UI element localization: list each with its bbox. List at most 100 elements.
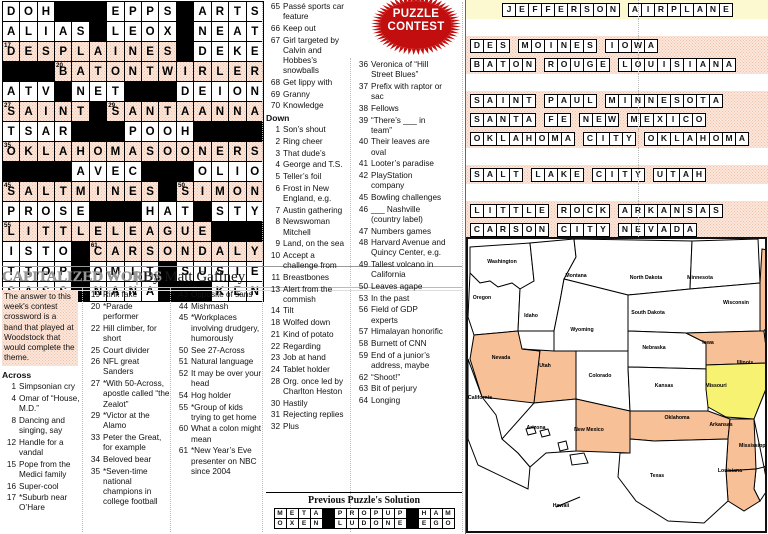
crossword-cell[interactable]: O — [88, 141, 108, 162]
crossword-cell[interactable]: N — [71, 81, 90, 102]
crossword-cell[interactable]: E — [228, 61, 247, 82]
crossword-grid[interactable]: D O H E P P S A R T S A L I A S L E O X N E A T 17 D E S P L A I N E S D E K E… — [1, 1, 265, 302]
crossword-cell[interactable]: O — [158, 121, 177, 142]
crossword-cell[interactable]: A — [54, 21, 73, 42]
crossword-cell[interactable]: A — [71, 61, 90, 82]
crossword-cell[interactable]: D — [175, 81, 195, 102]
crossword-cell[interactable]: L — [106, 221, 125, 242]
crossword-cell[interactable]: E — [245, 41, 265, 62]
crossword-cell[interactable]: 27 S — [1, 101, 21, 122]
crossword-cell[interactable]: O — [245, 161, 265, 182]
crossword-cell[interactable]: N — [140, 101, 160, 122]
crossword-cell[interactable]: N — [245, 181, 265, 202]
crossword-cell[interactable]: V — [36, 81, 56, 102]
crossword-cell[interactable]: S — [140, 141, 160, 162]
crossword-cell[interactable]: D — [193, 41, 212, 62]
crossword-cell[interactable]: A — [123, 141, 142, 162]
crossword-cell[interactable]: L — [36, 141, 56, 162]
crossword-cell[interactable]: I — [210, 81, 230, 102]
crossword-cell[interactable]: T — [228, 1, 247, 22]
crossword-cell[interactable]: A — [54, 141, 73, 162]
crossword-cell[interactable]: N — [193, 21, 212, 42]
crossword-table[interactable]: D O H E P P S A R T S A L I A S L E O X N E A T 17 D E S P L A I N E S D E K E… — [1, 1, 265, 302]
crossword-cell[interactable]: L — [228, 241, 247, 262]
crossword-cell[interactable]: E — [88, 81, 108, 102]
crossword-cell[interactable]: I — [106, 41, 125, 62]
crossword-cell[interactable]: A — [71, 161, 90, 182]
crossword-cell[interactable]: E — [123, 21, 142, 42]
crossword-cell[interactable]: S — [158, 41, 177, 62]
crossword-cell[interactable]: A — [193, 1, 212, 22]
crossword-cell[interactable]: 29 S — [106, 101, 125, 122]
crossword-cell[interactable]: S — [245, 141, 265, 162]
crossword-cell[interactable]: S — [158, 1, 177, 22]
crossword-cell[interactable]: E — [88, 221, 108, 242]
crossword-cell[interactable]: P — [54, 41, 73, 62]
crossword-cell[interactable]: P — [123, 121, 142, 142]
crossword-cell[interactable]: S — [71, 21, 90, 42]
crossword-cell[interactable]: E — [106, 1, 125, 22]
crossword-cell[interactable]: D — [193, 241, 212, 262]
crossword-cell[interactable]: A — [36, 121, 56, 142]
crossword-cell[interactable]: I — [228, 161, 247, 182]
crossword-cell[interactable]: X — [158, 21, 177, 42]
crossword-cell[interactable]: A — [175, 101, 195, 122]
crossword-cell[interactable]: T — [19, 81, 38, 102]
crossword-cell[interactable]: I — [88, 181, 108, 202]
crossword-cell[interactable]: L — [210, 161, 230, 182]
crossword-cell[interactable]: T — [175, 201, 195, 222]
crossword-cell[interactable]: N — [175, 241, 195, 262]
crossword-cell[interactable]: A — [140, 221, 160, 242]
crossword-cell[interactable]: T — [54, 221, 73, 242]
crossword-cell[interactable]: L — [106, 21, 125, 42]
crossword-cell[interactable]: N — [210, 101, 230, 122]
crossword-cell[interactable]: H — [36, 1, 56, 22]
crossword-cell[interactable]: A — [19, 101, 38, 122]
crossword-cell[interactable]: 35 O — [1, 141, 21, 162]
crossword-cell[interactable]: A — [1, 21, 21, 42]
crossword-cell[interactable]: E — [19, 41, 38, 62]
crossword-cell[interactable]: G — [158, 221, 177, 242]
crossword-cell[interactable]: E — [123, 221, 142, 242]
crossword-cell[interactable]: A — [193, 101, 212, 122]
crossword-cell[interactable]: T — [140, 61, 160, 82]
crossword-cell[interactable]: H — [71, 141, 90, 162]
crossword-cell[interactable]: Y — [245, 201, 265, 222]
crossword-cell[interactable]: T — [36, 221, 56, 242]
crossword-cell[interactable]: A — [1, 81, 21, 102]
crossword-cell[interactable]: E — [210, 141, 230, 162]
crossword-cell[interactable]: O — [140, 121, 160, 142]
crossword-cell[interactable]: S — [19, 121, 38, 142]
crossword-cell[interactable]: A — [123, 101, 142, 122]
crossword-cell[interactable]: H — [175, 121, 195, 142]
crossword-cell[interactable]: O — [228, 181, 247, 202]
crossword-cell[interactable]: O — [106, 61, 125, 82]
crossword-cell[interactable]: L — [71, 41, 90, 62]
crossword-cell[interactable]: K — [228, 41, 247, 62]
crossword-cell[interactable]: 61 C — [88, 241, 108, 262]
crossword-cell[interactable]: I — [19, 221, 38, 242]
crossword-cell[interactable]: T — [106, 81, 125, 102]
crossword-cell[interactable]: O — [36, 201, 56, 222]
crossword-cell[interactable]: N — [193, 141, 212, 162]
crossword-cell[interactable]: A — [19, 181, 38, 202]
crossword-cell[interactable]: P — [123, 1, 142, 22]
crossword-cell[interactable]: 55 L — [1, 221, 21, 242]
crossword-cell[interactable]: A — [245, 101, 265, 122]
crossword-cell[interactable]: E — [106, 161, 125, 182]
crossword-cell[interactable]: 45 S — [1, 181, 21, 202]
crossword-cell[interactable]: R — [19, 201, 38, 222]
crossword-cell[interactable]: L — [36, 181, 56, 202]
crossword-cell[interactable]: E — [210, 41, 230, 62]
crossword-cell[interactable]: O — [158, 241, 177, 262]
crossword-cell[interactable]: S — [140, 181, 160, 202]
crossword-cell[interactable]: L — [71, 221, 90, 242]
crossword-cell[interactable]: S — [245, 1, 265, 22]
crossword-cell[interactable]: C — [123, 161, 142, 182]
crossword-cell[interactable]: S — [54, 201, 73, 222]
crossword-cell[interactable]: O — [19, 1, 38, 22]
crossword-cell[interactable]: T — [36, 241, 56, 262]
crossword-cell[interactable]: O — [54, 241, 73, 262]
crossword-cell[interactable]: E — [193, 221, 212, 242]
crossword-cell[interactable]: N — [123, 61, 142, 82]
